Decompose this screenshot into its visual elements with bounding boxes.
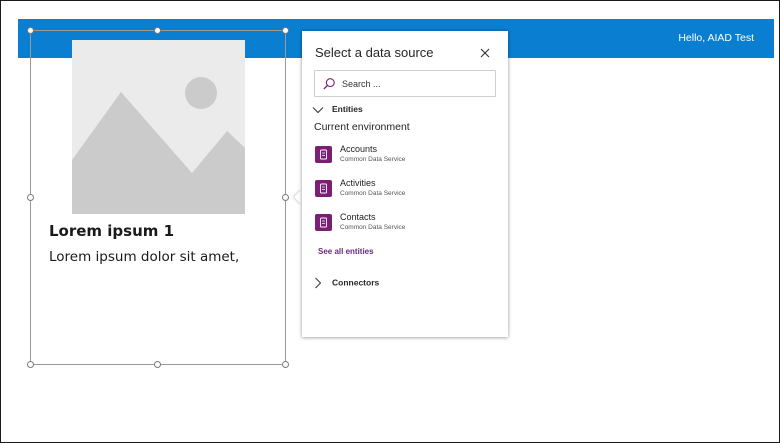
entity-name: Contacts xyxy=(340,212,376,222)
card-title: Lorem ipsum 1 xyxy=(49,222,175,240)
close-icon xyxy=(480,48,490,58)
resize-handle-top-right[interactable] xyxy=(282,27,289,34)
resize-handle-top-left[interactable] xyxy=(27,27,34,34)
entity-item-activities[interactable]: Activities Common Data Service xyxy=(314,178,494,204)
resize-handle-bottom-left[interactable] xyxy=(27,361,34,368)
entity-source: Common Data Service xyxy=(340,156,406,163)
see-all-entities-link[interactable]: See all entities xyxy=(318,247,374,256)
resize-handle-right[interactable] xyxy=(282,194,289,201)
card-subtitle: Lorem ipsum dolor sit amet, xyxy=(49,249,240,265)
gallery-selection-frame[interactable] xyxy=(30,30,286,365)
data-source-panel: Select a data source Entities Current en… xyxy=(302,31,508,337)
entities-heading: Entities xyxy=(332,104,363,114)
resize-handle-bottom[interactable] xyxy=(154,361,161,368)
table-icon xyxy=(315,180,332,197)
entities-toggle[interactable]: Entities xyxy=(312,104,363,114)
resize-handle-bottom-right[interactable] xyxy=(282,361,289,368)
search-icon xyxy=(323,78,335,90)
search-input[interactable] xyxy=(342,75,490,92)
entity-item-accounts[interactable]: Accounts Common Data Service xyxy=(314,144,494,170)
chevron-right-icon xyxy=(315,277,322,289)
connectors-toggle[interactable]: Connectors xyxy=(312,277,379,289)
entity-source: Common Data Service xyxy=(340,224,406,231)
resize-handle-top[interactable] xyxy=(154,27,161,34)
greeting-text: Hello, AIAD Test xyxy=(678,32,754,44)
chevron-down-icon xyxy=(312,106,324,113)
panel-title: Select a data source xyxy=(315,45,434,60)
search-box[interactable] xyxy=(314,70,496,97)
connectors-heading: Connectors xyxy=(332,277,380,288)
entity-item-contacts[interactable]: Contacts Common Data Service xyxy=(314,212,494,238)
close-button[interactable] xyxy=(478,45,492,59)
table-icon xyxy=(315,214,332,231)
environment-label: Current environment xyxy=(314,121,410,133)
entity-name: Accounts xyxy=(340,144,378,154)
entity-source: Common Data Service xyxy=(340,190,406,197)
entity-name: Activities xyxy=(340,178,376,188)
table-icon xyxy=(315,146,332,163)
resize-handle-left[interactable] xyxy=(27,194,34,201)
